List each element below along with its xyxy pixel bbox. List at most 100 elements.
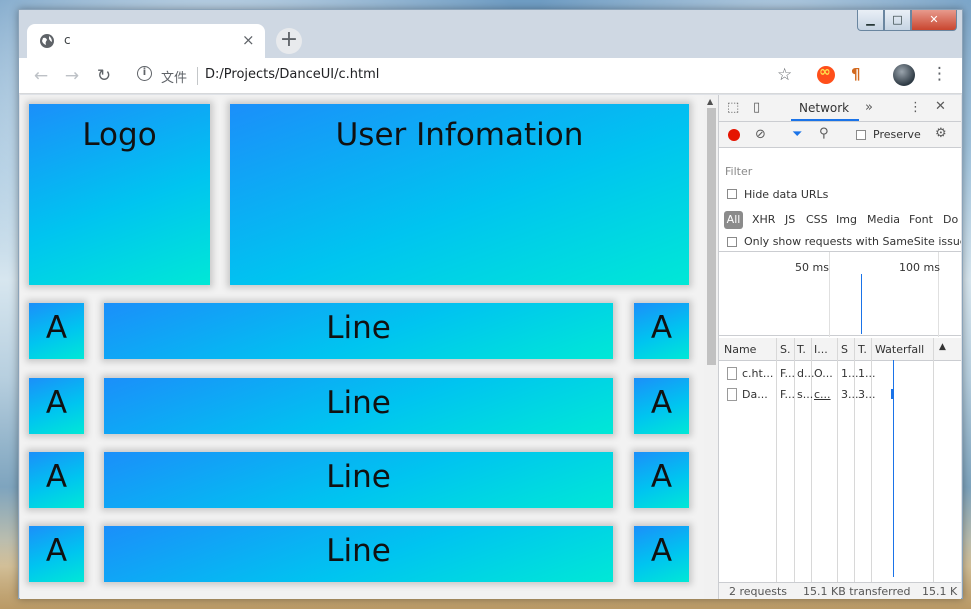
page-scrollbar[interactable]: ▲ bbox=[704, 95, 718, 599]
user-info-card: User Infomation bbox=[230, 104, 689, 285]
col-name[interactable]: Name bbox=[724, 343, 756, 356]
scroll-up-icon[interactable]: ▲ bbox=[707, 97, 713, 106]
maximize-icon: □ bbox=[892, 13, 903, 26]
row-a-left-text: A bbox=[45, 310, 68, 346]
back-button[interactable]: ← bbox=[29, 64, 53, 88]
row-a-left-text: A bbox=[45, 533, 68, 569]
request-status: F... bbox=[780, 367, 796, 380]
row-a-left: A bbox=[29, 378, 84, 434]
row-a-right: A bbox=[634, 303, 689, 359]
request-time: 3... bbox=[858, 388, 876, 401]
request-row[interactable]: Da... F... s... c... 3... 3... bbox=[719, 384, 961, 406]
row-a-right-text: A bbox=[650, 459, 673, 495]
forward-button[interactable]: → bbox=[60, 64, 84, 88]
timeline-label: 100 ms bbox=[899, 261, 940, 274]
request-initiator: O... bbox=[814, 367, 833, 380]
type-filter-xhr[interactable]: XHR bbox=[752, 213, 775, 226]
request-row[interactable]: c.ht... F... d... O... 1... 1... bbox=[719, 363, 961, 385]
row-a-right: A bbox=[634, 526, 689, 582]
profile-avatar[interactable] bbox=[893, 64, 915, 86]
minimize-button[interactable]: ▁ bbox=[857, 10, 884, 31]
type-filter-img[interactable]: Img bbox=[836, 213, 857, 226]
request-time: 1... bbox=[858, 367, 876, 380]
col-status[interactable]: S. bbox=[780, 343, 790, 356]
row-line: Line bbox=[104, 526, 613, 582]
tab-network[interactable]: Network bbox=[799, 101, 849, 115]
sort-ascending-icon[interactable]: ▲ bbox=[939, 342, 946, 352]
record-icon[interactable] bbox=[728, 129, 740, 141]
preserve-log-checkbox[interactable] bbox=[856, 130, 866, 140]
scheme-label: 文件 bbox=[161, 71, 188, 86]
bookmark-star-icon[interactable]: ☆ bbox=[777, 65, 792, 85]
tab-close-icon[interactable]: × bbox=[242, 31, 255, 49]
col-time[interactable]: T. bbox=[858, 343, 867, 356]
logo-text: Logo bbox=[82, 117, 157, 153]
request-initiator[interactable]: c... bbox=[814, 388, 831, 401]
row-a-left: A bbox=[29, 303, 84, 359]
waterfall-request-bar bbox=[891, 389, 894, 399]
col-size[interactable]: S bbox=[841, 343, 848, 356]
more-tabs-icon[interactable]: » bbox=[865, 100, 873, 115]
row-a-left-text: A bbox=[45, 385, 68, 421]
close-icon: ✕ bbox=[929, 13, 939, 26]
info-icon[interactable]: i bbox=[137, 66, 152, 81]
reload-button[interactable]: ↻ bbox=[92, 64, 116, 88]
filter-input[interactable]: Filter bbox=[725, 165, 752, 178]
col-type[interactable]: T. bbox=[797, 343, 806, 356]
row-a-right: A bbox=[634, 452, 689, 508]
new-tab-button[interactable]: + bbox=[276, 28, 302, 54]
tab-title: c bbox=[64, 33, 71, 47]
clear-icon[interactable]: ⊘ bbox=[755, 127, 766, 142]
type-filter-css[interactable]: CSS bbox=[806, 213, 828, 226]
request-count: 2 requests bbox=[729, 585, 788, 598]
samesite-checkbox[interactable] bbox=[727, 237, 737, 247]
type-filter-font[interactable]: Font bbox=[909, 213, 933, 226]
maximize-button[interactable]: □ bbox=[884, 10, 911, 31]
device-toolbar-icon[interactable]: ▯ bbox=[753, 100, 760, 115]
extension-infinity-icon[interactable] bbox=[817, 64, 835, 84]
active-tab-indicator bbox=[791, 119, 859, 121]
scrollbar-thumb[interactable] bbox=[707, 108, 716, 365]
address-bar[interactable]: i 文件 D:/Projects/DanceUI/c.html bbox=[127, 63, 807, 89]
timeline-request-bar bbox=[861, 274, 862, 334]
timeline-label: 50 ms bbox=[795, 261, 829, 274]
request-size: 1... bbox=[841, 367, 859, 380]
url-text[interactable]: D:/Projects/DanceUI/c.html bbox=[205, 67, 379, 82]
hide-data-urls-checkbox[interactable] bbox=[727, 189, 737, 199]
col-initiator[interactable]: I... bbox=[814, 343, 828, 356]
network-controls: ⊘ ⏷ ⚲ Preserve ⚙ bbox=[719, 122, 961, 148]
search-icon[interactable]: ⚲ bbox=[819, 126, 829, 141]
minimize-icon: ▁ bbox=[866, 13, 875, 26]
row-line: Line bbox=[104, 378, 613, 434]
resources-size: 15.1 K bbox=[922, 585, 958, 598]
type-filter-media[interactable]: Media bbox=[867, 213, 900, 226]
browser-menu-icon[interactable]: ⋮ bbox=[931, 64, 948, 84]
close-window-button[interactable]: ✕ bbox=[911, 10, 957, 31]
row-line: Line bbox=[104, 303, 613, 359]
extension-pilcrow-icon[interactable]: ¶ bbox=[851, 65, 861, 83]
row-a-right: A bbox=[634, 378, 689, 434]
row-a-left: A bbox=[29, 452, 84, 508]
row-a-left-text: A bbox=[45, 459, 68, 495]
globe-icon bbox=[40, 34, 54, 48]
logo-card: Logo bbox=[29, 104, 210, 285]
browser-tab[interactable]: c × bbox=[27, 24, 265, 58]
filter-icon[interactable]: ⏷ bbox=[792, 127, 802, 142]
type-filter-js[interactable]: JS bbox=[785, 213, 795, 226]
col-waterfall[interactable]: Waterfall bbox=[875, 343, 924, 356]
tab-strip: c × + ▁ □ ✕ bbox=[19, 10, 962, 58]
request-table-header: Name S. T. I... S T. Waterfall ▲ bbox=[719, 338, 961, 361]
request-type: s... bbox=[797, 388, 814, 401]
transferred-size: 15.1 KB transferred bbox=[803, 585, 911, 598]
devtools-tabbar: ⬚ ▯ Network » ⋮ ✕ bbox=[719, 95, 961, 122]
network-overview[interactable]: 50 ms 100 ms bbox=[719, 251, 961, 337]
gear-icon[interactable]: ⚙ bbox=[935, 126, 947, 141]
devtools-close-icon[interactable]: ✕ bbox=[935, 99, 946, 114]
devtools-panel: ⬚ ▯ Network » ⋮ ✕ ⊘ ⏷ ⚲ Preserve ⚙ Filte… bbox=[718, 95, 961, 599]
row-a-right-text: A bbox=[650, 310, 673, 346]
type-filter-doc[interactable]: Do bbox=[943, 213, 958, 226]
type-filter-all[interactable]: All bbox=[724, 211, 743, 229]
page-viewport: Logo User Infomation A Line A A Line A A… bbox=[20, 95, 718, 599]
inspect-element-icon[interactable]: ⬚ bbox=[727, 100, 739, 115]
devtools-menu-icon[interactable]: ⋮ bbox=[909, 100, 922, 115]
